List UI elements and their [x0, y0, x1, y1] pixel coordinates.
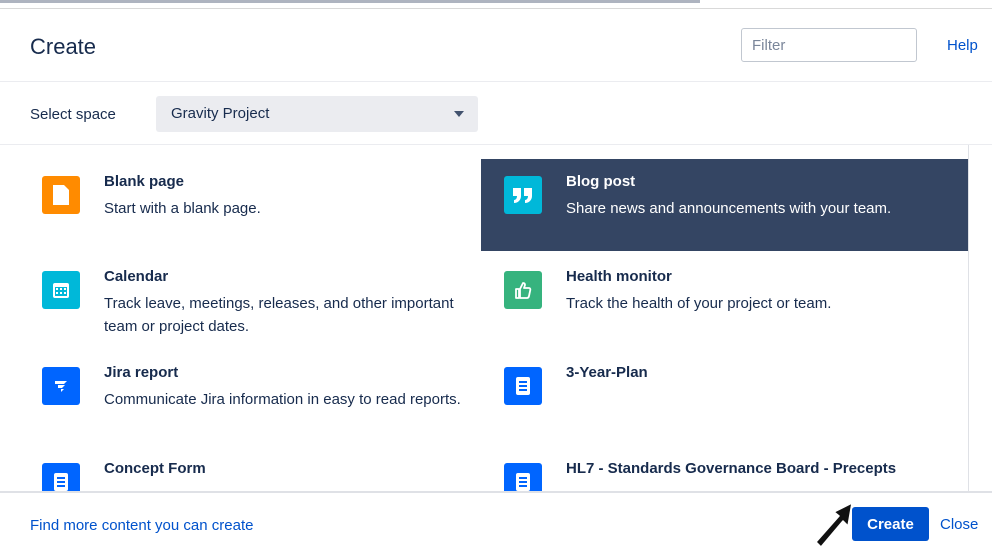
quote-icon — [504, 176, 542, 214]
content-type-concept-form[interactable]: Concept Form — [42, 460, 502, 491]
calendar-icon — [42, 271, 80, 309]
thumbs-up-icon — [504, 271, 542, 309]
jira-icon — [42, 367, 80, 405]
document-icon — [42, 463, 80, 491]
item-name: Calendar — [104, 268, 169, 285]
filter-input[interactable] — [741, 28, 917, 62]
list-scrollbar-track — [968, 145, 969, 491]
background-text-strip — [0, 0, 700, 3]
item-description: Track the health of your project or team… — [566, 295, 832, 312]
dialog-header: Create Help — [0, 8, 992, 82]
space-selector-row: Select space Gravity Project — [0, 82, 992, 145]
content-type-3-year-plan[interactable]: 3-Year-Plan — [504, 364, 964, 407]
space-select[interactable]: Gravity Project — [156, 96, 478, 132]
item-name: Concept Form — [104, 460, 206, 477]
item-name: Blank page — [104, 173, 185, 190]
help-link[interactable]: Help — [947, 37, 978, 54]
space-select-value: Gravity Project — [171, 105, 270, 122]
content-type-blank-page[interactable]: Blank page Start with a blank page. — [42, 173, 502, 217]
item-description: Communicate Jira information in easy to … — [104, 391, 461, 408]
item-name: 3-Year-Plan — [566, 364, 648, 381]
item-description: Start with a blank page. — [104, 200, 261, 217]
content-type-list: Blank page Start with a blank page. Blog… — [0, 145, 992, 491]
content-type-calendar[interactable]: Calendar Track leave, meetings, releases… — [42, 268, 502, 335]
item-description: Share news and announcements with your t… — [566, 200, 892, 217]
item-name: Blog post — [566, 173, 636, 190]
blank-page-icon — [42, 176, 80, 214]
item-description: Track leave, meetings, releases, and oth… — [104, 295, 454, 335]
document-icon — [504, 367, 542, 405]
content-type-health-monitor[interactable]: Health monitor Track the health of your … — [504, 268, 964, 312]
item-name: Jira report — [104, 364, 179, 381]
content-type-blog-post[interactable]: Blog post Share news and announcements w… — [504, 173, 964, 217]
document-icon — [504, 463, 542, 491]
dialog-title: Create — [30, 34, 97, 59]
select-space-label: Select space — [30, 106, 116, 123]
content-type-jira-report[interactable]: Jira report Communicate Jira information… — [42, 364, 502, 431]
close-button[interactable]: Close — [940, 516, 978, 533]
item-name: Health monitor — [566, 268, 672, 285]
item-name: HL7 - Standards Governance Board - Prece… — [566, 460, 897, 477]
create-button[interactable]: Create — [852, 507, 929, 541]
chevron-down-icon — [454, 111, 464, 117]
arrow-pointer-icon — [815, 502, 853, 548]
find-more-content-link[interactable]: Find more content you can create — [30, 517, 253, 534]
content-type-hl7-precepts[interactable]: HL7 - Standards Governance Board - Prece… — [504, 460, 964, 491]
